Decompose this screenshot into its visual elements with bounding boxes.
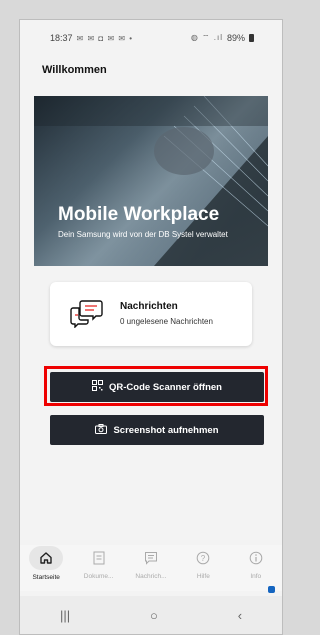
nav-item-nachrichten[interactable]: Nachrich... (127, 545, 175, 580)
status-time: 18:37 (50, 33, 73, 43)
battery-icon (249, 34, 254, 42)
notification-icons: ✉ ✉ ◘ ✉ ✉ • (76, 33, 134, 43)
hero-subtitle: Dein Samsung wird von der DB Systel verw… (58, 230, 228, 239)
nav-item-startseite[interactable]: Startseite (22, 545, 70, 581)
hero-image (34, 96, 268, 266)
home-icon (29, 546, 64, 570)
highlight-box (44, 366, 268, 406)
system-navigation-bar: ||| ○ ‹ (20, 596, 282, 634)
messages-subtitle: 0 ungelesene Nachrichten (120, 317, 213, 326)
battery-percent: 89% (226, 33, 245, 43)
message-icon (140, 547, 162, 569)
back-button[interactable]: ‹ (238, 608, 242, 623)
nav-label: Nachrich... (135, 573, 167, 580)
nav-label: Hilfe (196, 573, 210, 580)
page-title: Willkommen (42, 64, 107, 76)
phone-screen: 18:37 ✉ ✉ ◘ ✉ ✉ • ◍ ⌔ .ıl 89% Willkommen (19, 19, 283, 635)
hero-title: Mobile Workplace (58, 204, 220, 225)
nav-label: Dokume... (83, 573, 114, 580)
screenshot-label: Screenshot aufnehmen (113, 424, 219, 436)
nav-label: Startseite (32, 574, 60, 581)
status-bar: 18:37 ✉ ✉ ◘ ✉ ✉ • ◍ ⌔ .ıl 89% (20, 20, 282, 56)
svg-text:?: ? (201, 554, 206, 563)
messages-card[interactable]: Nachrichten 0 ungelesene Nachrichten (50, 282, 252, 346)
chat-bubbles-icon (70, 298, 104, 333)
recents-button[interactable]: ||| (60, 608, 70, 623)
nav-item-dokumente[interactable]: Dokume... (75, 545, 123, 580)
notification-badge (268, 586, 275, 593)
document-icon (88, 547, 110, 569)
help-icon: ? (192, 547, 214, 569)
nav-label: Info (250, 573, 262, 580)
nav-item-info[interactable]: Info (232, 545, 280, 580)
messages-title: Nachrichten (120, 301, 178, 312)
signal-icon: ◍ ⌔ .ıl (190, 33, 223, 42)
screenshot-button[interactable]: Screenshot aufnehmen (50, 415, 264, 445)
bottom-navigation: Startseite Dokume... Nachrich... ? Hilfe… (20, 545, 282, 591)
camera-icon (95, 423, 108, 437)
home-button[interactable]: ○ (150, 608, 158, 623)
info-icon (245, 547, 267, 569)
hero-banner: Mobile Workplace Dein Samsung wird von d… (34, 96, 268, 266)
nav-item-hilfe[interactable]: ? Hilfe (179, 545, 227, 580)
